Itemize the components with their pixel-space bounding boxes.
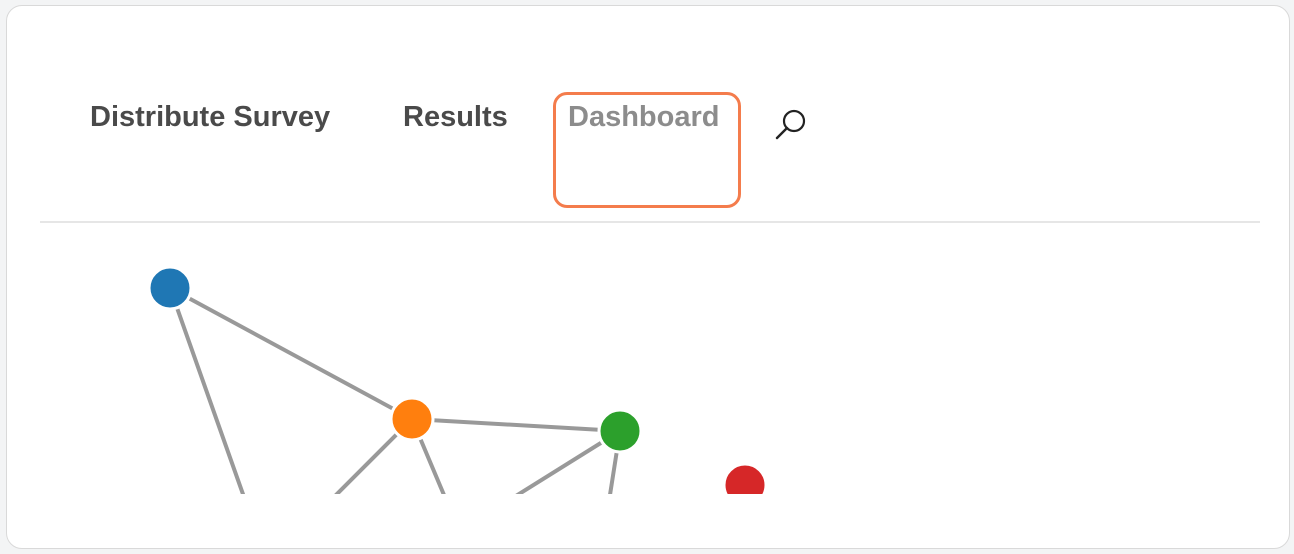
screenshot-frame: Distribute Survey Results Dashboard: [6, 5, 1290, 549]
edge-blue-bottom: [168, 286, 246, 494]
nav-divider: [40, 221, 1260, 223]
nav-distribute-survey[interactable]: Distribute Survey: [90, 101, 330, 134]
network-graph: [7, 224, 1289, 494]
graph-nodes: [147, 265, 768, 494]
edge-blue-orange: [168, 286, 414, 421]
nav-results[interactable]: Results: [403, 101, 508, 134]
top-navigation: Distribute Survey Results Dashboard: [7, 6, 1289, 208]
nav-dashboard[interactable]: Dashboard: [568, 101, 719, 134]
node-orange[interactable]: [389, 396, 435, 442]
node-green[interactable]: [597, 408, 643, 454]
node-red[interactable]: [722, 462, 768, 494]
graph-edges: [168, 286, 622, 494]
edge-orange-green: [410, 417, 622, 433]
search-icon[interactable]: [771, 104, 811, 144]
node-blue[interactable]: [147, 265, 193, 311]
